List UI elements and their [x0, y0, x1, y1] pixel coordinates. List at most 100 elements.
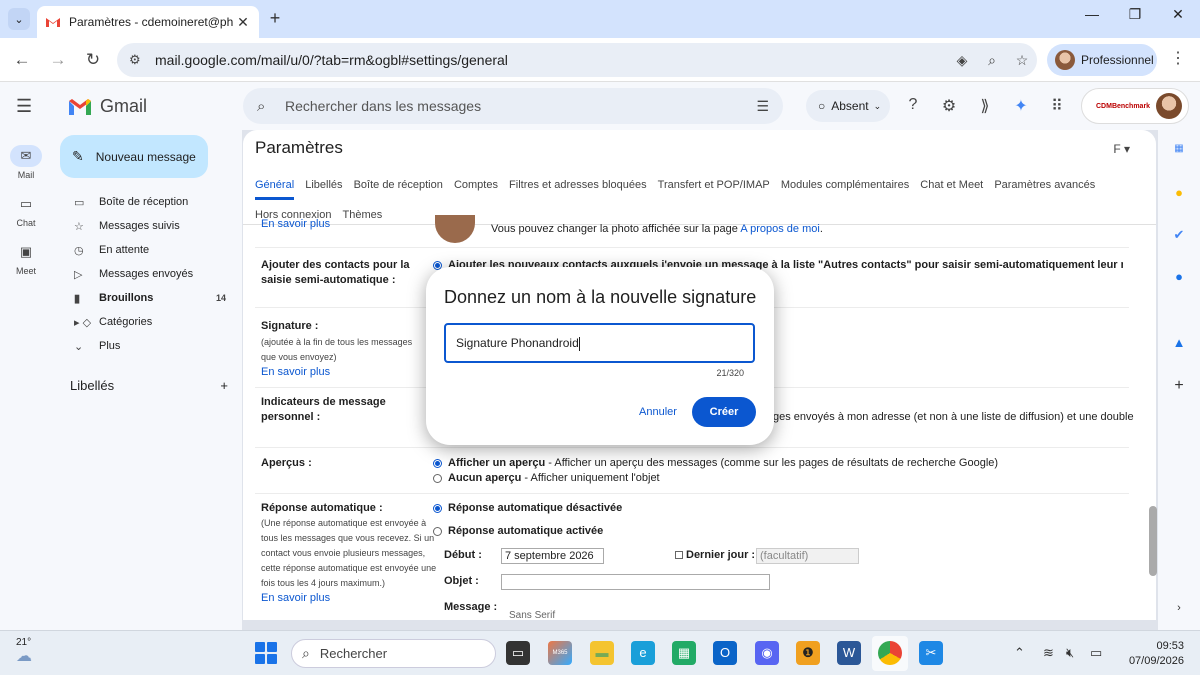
bookmark-star-icon[interactable]: ☆	[1007, 52, 1037, 69]
sidebar-item-snoozed[interactable]: ◷ En attente	[52, 238, 242, 262]
tab-inbox[interactable]: Boîte de réception	[354, 170, 443, 200]
profile-button[interactable]: Professionnel	[1047, 44, 1157, 76]
last-day-option[interactable]: Dernier jour :	[675, 548, 755, 563]
m365-icon[interactable]: M365	[548, 641, 572, 665]
auto-reply-off-radio[interactable]	[433, 503, 442, 513]
reload-icon[interactable]: ↻	[81, 48, 105, 72]
tab-forwarding[interactable]: Transfert et POP/IMAP	[658, 170, 770, 200]
settings-scrollbar[interactable]	[1149, 506, 1157, 576]
tab-addons[interactable]: Modules complémentaires	[781, 170, 909, 200]
task-view-icon[interactable]: ▭	[506, 641, 530, 665]
browser-menu-icon[interactable]: ⋮	[1170, 48, 1186, 68]
main-menu-icon[interactable]: ☰	[16, 96, 32, 117]
font-selector[interactable]: Sans Serif	[509, 608, 555, 620]
tab-filters[interactable]: Filtres et adresses bloquées	[509, 170, 647, 200]
sidebar-item-sent[interactable]: ▷ Messages envoyés	[52, 262, 242, 286]
tab-accounts[interactable]: Comptes	[454, 170, 498, 200]
get-addons-icon[interactable]: +	[1168, 377, 1190, 395]
close-tab-icon[interactable]: ✕	[235, 14, 251, 31]
workspace-icon[interactable]: ⟫	[974, 96, 996, 116]
discord-icon[interactable]: ◉	[755, 641, 779, 665]
sidebar-item-inbox[interactable]: ▭ Boîte de réception	[52, 190, 242, 214]
rail-item-mail[interactable]: ✉ Mail	[0, 145, 52, 180]
tasks-icon[interactable]: ✔	[1168, 227, 1190, 243]
sidebar-item-more[interactable]: ⌄ Plus	[52, 334, 242, 358]
apps-grid-icon[interactable]: ⠿	[1046, 96, 1068, 116]
add-label-icon[interactable]: +	[220, 378, 228, 393]
last-day-checkbox[interactable]	[675, 551, 683, 560]
sidebar-item-categories[interactable]: ▸ ◇ Catégories	[52, 310, 242, 334]
sidebar-item-drafts[interactable]: ▮ Brouillons 14	[52, 286, 242, 310]
maximize-icon[interactable]: ❐	[1115, 6, 1155, 23]
new-tab-icon[interactable]: +	[264, 8, 286, 29]
addon-icon[interactable]: ▲	[1168, 335, 1190, 350]
signature-learn-more-link[interactable]: En savoir plus	[261, 366, 330, 378]
rail-item-meet[interactable]: ▣ Meet	[0, 241, 52, 276]
learn-more-link[interactable]: En savoir plus	[261, 218, 330, 230]
auto-reply-learn-more-link[interactable]: En savoir plus	[261, 592, 330, 604]
mail-search-input[interactable]: ⌕ Rechercher dans les messages ☰	[243, 88, 783, 124]
account-button[interactable]: CDMBenchmark	[1081, 88, 1189, 124]
auto-reply-off-option[interactable]: Réponse automatique désactivée	[433, 501, 622, 516]
preview-off-option[interactable]: Aucun aperçu - Afficher uniquement l'obj…	[433, 471, 660, 486]
help-icon[interactable]: ?	[902, 96, 924, 114]
snipping-tool-icon[interactable]: ✂	[919, 641, 943, 665]
weather-widget[interactable]: 21° ☁	[16, 637, 32, 666]
browser-tab-gmail[interactable]: Paramètres - cdemoineret@ph ✕	[37, 6, 259, 38]
preview-off-radio[interactable]	[433, 473, 442, 483]
about-me-link[interactable]: A propos de moi	[740, 223, 820, 235]
search-options-icon[interactable]: ☰	[756, 98, 769, 115]
contacts-icon[interactable]: ●	[1168, 269, 1190, 284]
site-info-icon[interactable]: ⚙	[129, 52, 145, 68]
keypass-icon[interactable]: ❶	[796, 641, 820, 665]
keep-icon[interactable]: ●	[1168, 185, 1190, 200]
back-arrow-icon[interactable]: ←	[10, 48, 34, 72]
close-window-icon[interactable]: ✕	[1158, 6, 1198, 23]
tab-chat-meet[interactable]: Chat et Meet	[920, 170, 983, 200]
outlook-icon[interactable]: O	[713, 641, 737, 665]
status-dropdown[interactable]: ○ Absent ⌄	[806, 90, 890, 122]
minimize-icon[interactable]: —	[1072, 6, 1112, 22]
auto-reply-on-option[interactable]: Réponse automatique activée	[433, 524, 603, 539]
volume-muted-icon[interactable]: 🔇︎	[1066, 645, 1074, 661]
chevron-up-icon[interactable]: ⌃	[1014, 645, 1025, 661]
preview-on-radio[interactable]	[433, 458, 442, 468]
expand-panel-icon[interactable]: ›	[1168, 602, 1190, 614]
auto-reply-on-radio[interactable]	[433, 526, 442, 536]
subject-input[interactable]	[501, 574, 770, 590]
wifi-icon[interactable]: ≋	[1043, 645, 1054, 661]
taskbar-search[interactable]: ⌕ Rechercher	[291, 639, 496, 668]
search-icon[interactable]: ⌕	[257, 98, 285, 115]
zoom-icon[interactable]: ⌕	[977, 52, 1007, 69]
chrome-icon[interactable]	[878, 641, 902, 665]
start-button[interactable]	[255, 642, 277, 664]
last-day-input[interactable]: (facultatif)	[756, 548, 859, 564]
extension-icon[interactable]: ◈	[947, 52, 977, 69]
compose-button[interactable]: ✎ Nouveau message	[60, 135, 208, 178]
system-clock[interactable]: 09:53 07/09/2026	[1129, 639, 1184, 669]
start-date-input[interactable]: 7 septembre 2026	[501, 548, 604, 564]
tab-labels[interactable]: Libellés	[305, 170, 342, 200]
profile-photo[interactable]	[435, 215, 475, 243]
sidebar-item-starred[interactable]: ☆ Messages suivis	[52, 214, 242, 238]
tab-search-chevron-icon[interactable]: ⌄	[8, 8, 30, 30]
gemini-icon[interactable]: ✦	[1010, 96, 1032, 116]
address-bar[interactable]: ⚙ mail.google.com/mail/u/0/?tab=rm&ogbl#…	[117, 43, 1037, 77]
input-tools-icon[interactable]: F ▾	[1113, 142, 1130, 156]
calendar-icon[interactable]: ▦	[1168, 143, 1190, 154]
tab-general[interactable]: Général	[255, 173, 295, 200]
create-button[interactable]: Créer	[692, 397, 756, 427]
word-icon[interactable]: W	[837, 641, 861, 665]
tab-advanced[interactable]: Paramètres avancés	[994, 170, 1095, 200]
battery-icon[interactable]: ▭	[1090, 645, 1102, 661]
gmail-logo[interactable]: Gmail	[68, 96, 147, 117]
cancel-button[interactable]: Annuler	[632, 399, 684, 425]
forward-arrow-icon[interactable]: →	[46, 48, 70, 72]
preview-on-option[interactable]: Afficher un aperçu - Afficher un aperçu …	[433, 456, 998, 471]
rail-item-chat[interactable]: ▭ Chat	[0, 193, 52, 228]
file-explorer-icon[interactable]: ▬	[590, 641, 614, 665]
edge-icon[interactable]: e	[631, 641, 655, 665]
store-icon[interactable]: ▦	[672, 641, 696, 665]
gear-icon[interactable]: ⚙	[938, 96, 960, 116]
signature-name-input[interactable]: Signature Phonandroid	[444, 323, 755, 363]
